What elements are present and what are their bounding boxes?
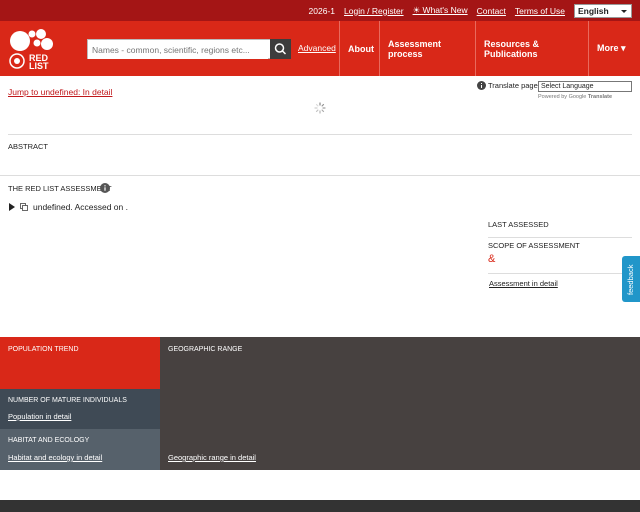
jump-link[interactable]: Jump to undefined: In detail [8, 87, 112, 97]
nav-resources-publications[interactable]: Resources & Publications [475, 21, 588, 76]
mature-individuals-panel: NUMBER OF MATURE INDIVIDUALS Population … [0, 389, 160, 429]
login-register-link[interactable]: Login / Register [344, 6, 404, 16]
expand-triangle-icon[interactable] [9, 203, 15, 211]
whats-new-link[interactable]: ☀ What's New [413, 5, 468, 16]
habitat-in-detail-link[interactable]: Habitat and ecology in detail [8, 453, 102, 462]
divider [488, 273, 632, 274]
divider [488, 237, 632, 238]
citation-text: undefined. Accessed on . [33, 202, 128, 212]
main-header: RED LIST Advanced About Assessment proce… [0, 21, 640, 76]
search-input[interactable] [88, 41, 268, 59]
language-select[interactable]: English [574, 3, 632, 18]
copy-icon[interactable] [20, 203, 28, 211]
translate-label: Translate page [488, 81, 538, 90]
search-button[interactable] [270, 39, 291, 59]
red-list-assessment-heading: THE RED LIST ASSESSMENT [8, 184, 112, 193]
loading-spinner-icon [314, 102, 326, 114]
bottom-navigation-bar [0, 500, 640, 512]
geographic-range-link[interactable]: Geographic range in detail [168, 453, 256, 462]
search-box [87, 39, 291, 59]
red-list-logo[interactable]: RED LIST [8, 26, 58, 72]
mature-individuals-heading: NUMBER OF MATURE INDIVIDUALS [8, 397, 127, 404]
search-icon [274, 43, 287, 55]
translate-language-select[interactable]: Select Language [538, 81, 632, 92]
divider [0, 175, 640, 176]
divider [8, 134, 632, 135]
translate-word: Translate [587, 94, 613, 100]
scope-of-assessment-label: SCOPE OF ASSESSMENT [488, 241, 580, 250]
abstract-heading: ABSTRACT [8, 142, 49, 151]
population-in-detail-link[interactable]: Population in detail [8, 412, 71, 421]
terms-link[interactable]: Terms of Use [515, 6, 565, 16]
advanced-search-link[interactable]: Advanced [298, 43, 336, 53]
logo-list-text: LIST [29, 61, 49, 71]
scope-value: & [488, 253, 496, 265]
assessment-in-detail-link[interactable]: Assessment in detail [489, 279, 558, 288]
info-icon[interactable] [100, 183, 110, 193]
nav-about[interactable]: About [339, 21, 379, 76]
powered-by-google: Powered by Google Translate [538, 94, 612, 100]
contact-link[interactable]: Contact [477, 6, 506, 16]
feedback-tab[interactable]: feedback [622, 256, 640, 302]
habitat-ecology-panel: HABITAT AND ECOLOGY Habitat and ecology … [0, 429, 160, 470]
powered-by-text: Powered by [538, 94, 568, 100]
habitat-ecology-heading: HABITAT AND ECOLOGY [8, 437, 90, 444]
nav-assessment-process[interactable]: Assessment process [379, 21, 475, 76]
feedback-label: feedback [626, 264, 635, 295]
last-assessed-label: LAST ASSESSED [488, 220, 549, 229]
google-logo-text: Google [568, 94, 587, 100]
population-trend-heading: POPULATION TREND [8, 346, 79, 353]
geographic-range-heading: GEOGRAPHIC RANGE [168, 346, 243, 353]
top-utility-bar: 2026-1 Login / Register ☀ What's New Con… [0, 0, 640, 21]
geographic-range-panel: GEOGRAPHIC RANGE Geographic range in det… [160, 337, 640, 470]
nav-more[interactable]: More ▾ [588, 21, 640, 76]
population-trend-panel: POPULATION TREND [0, 337, 160, 389]
info-icon [477, 81, 486, 90]
version-label: 2026-1 [308, 5, 336, 16]
